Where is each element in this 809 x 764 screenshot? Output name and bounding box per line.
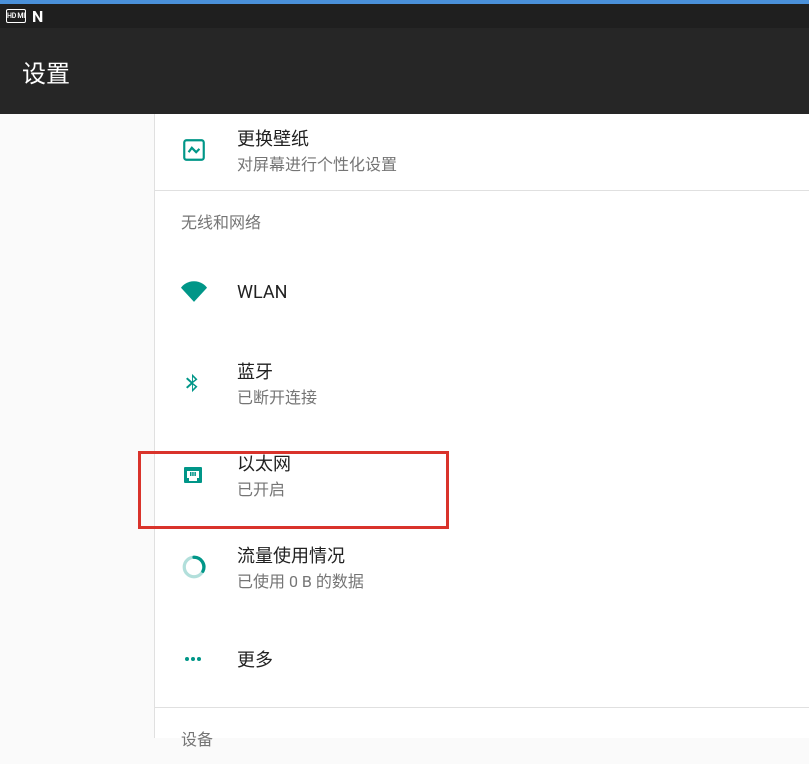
bluetooth-icon bbox=[181, 370, 203, 400]
page-title: 设置 bbox=[22, 54, 70, 89]
data-usage-icon bbox=[181, 554, 207, 584]
row-wallpaper[interactable]: 更换壁纸 对屏幕进行个性化设置 bbox=[155, 114, 809, 190]
wallpaper-subtitle: 对屏幕进行个性化设置 bbox=[237, 155, 791, 176]
status-bar: HD MI N bbox=[0, 4, 809, 28]
hdmi-icon: HD MI bbox=[6, 9, 26, 23]
settings-panel: 更换壁纸 对屏幕进行个性化设置 无线和网络 WLAN bbox=[155, 114, 809, 738]
row-ethernet[interactable]: 以太网 已开启 bbox=[155, 431, 809, 523]
data-usage-title: 流量使用情况 bbox=[237, 545, 791, 568]
left-gutter bbox=[0, 114, 155, 738]
row-data-usage[interactable]: 流量使用情况 已使用 0 B 的数据 bbox=[155, 523, 809, 615]
app-bar: 设置 bbox=[0, 28, 809, 114]
data-usage-subtitle: 已使用 0 B 的数据 bbox=[237, 572, 791, 593]
n-icon: N bbox=[32, 7, 43, 26]
more-icon bbox=[181, 647, 205, 675]
ethernet-icon bbox=[181, 463, 205, 491]
more-title: 更多 bbox=[237, 649, 791, 672]
wlan-title: WLAN bbox=[237, 281, 791, 304]
ethernet-title: 以太网 bbox=[237, 453, 791, 476]
row-wlan[interactable]: WLAN bbox=[155, 247, 809, 339]
bluetooth-subtitle: 已断开连接 bbox=[237, 388, 791, 409]
wallpaper-title: 更换壁纸 bbox=[237, 128, 791, 151]
bluetooth-title: 蓝牙 bbox=[237, 361, 791, 384]
section-wireless: 无线和网络 bbox=[155, 190, 809, 247]
content: 更换壁纸 对屏幕进行个性化设置 无线和网络 WLAN bbox=[0, 114, 809, 738]
row-bluetooth[interactable]: 蓝牙 已断开连接 bbox=[155, 339, 809, 431]
wallpaper-icon bbox=[181, 137, 207, 167]
section-device: 设备 bbox=[155, 707, 809, 764]
ethernet-subtitle: 已开启 bbox=[237, 480, 791, 501]
wifi-icon bbox=[181, 278, 207, 308]
row-more[interactable]: 更多 bbox=[155, 615, 809, 707]
